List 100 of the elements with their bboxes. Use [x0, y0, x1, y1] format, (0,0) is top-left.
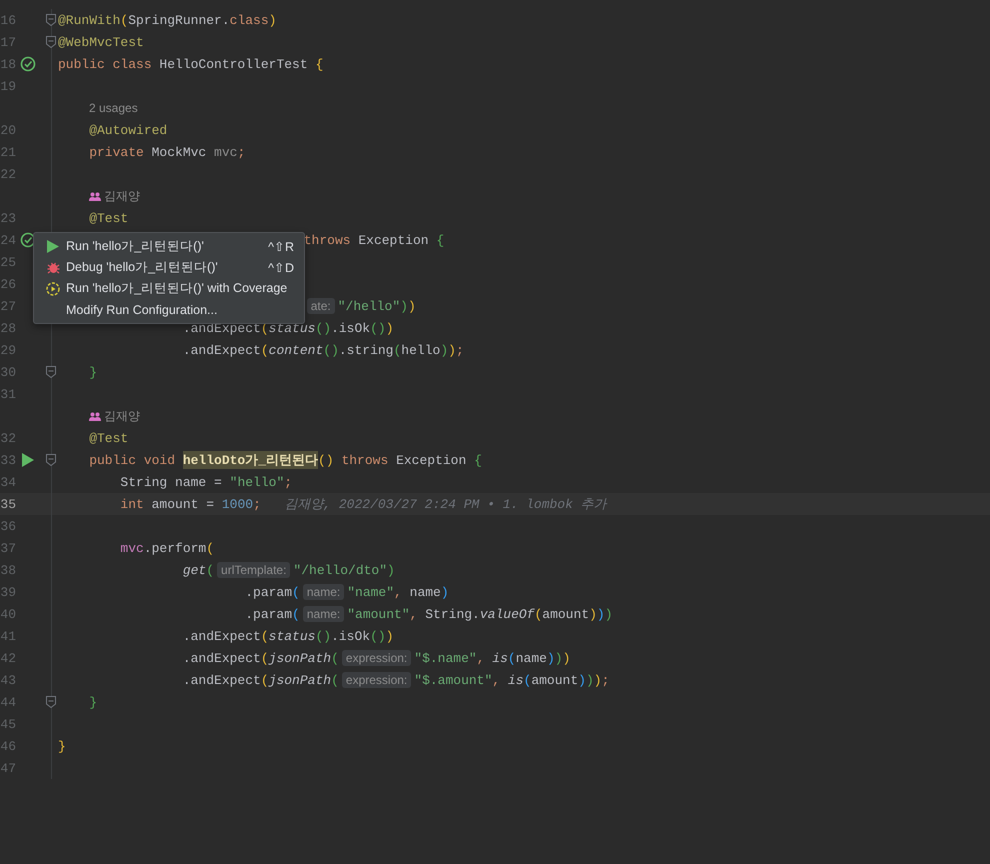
line-number: 43	[0, 672, 16, 688]
keyword: throws	[304, 232, 352, 248]
menu-item[interactable]: Run 'hello가_리턴된다()' ^⇧R	[34, 236, 304, 257]
field-name: mvc	[119, 540, 144, 556]
keyword: public void	[88, 452, 176, 468]
parameter-hint: name:	[302, 606, 344, 622]
line-number: 38	[0, 562, 16, 578]
line-number: 46	[0, 738, 16, 754]
bracket: )	[586, 672, 594, 688]
line-number: 28	[0, 320, 16, 336]
line-number: 31	[0, 386, 16, 402]
bracket: (	[260, 628, 269, 644]
line-number: 34	[0, 474, 16, 490]
line-number: 20	[0, 122, 16, 138]
author-hint[interactable]: 김재양	[104, 188, 140, 204]
keyword: ,	[410, 606, 418, 622]
bracket: }	[88, 364, 98, 380]
bracket: )	[562, 650, 570, 666]
line-number: 41	[0, 628, 16, 644]
keyword: throws	[340, 452, 390, 468]
author-hint[interactable]: 김재양	[104, 408, 140, 424]
code-text: MockMvc	[152, 144, 208, 160]
line-number: 47	[0, 760, 16, 776]
bracket: (	[120, 12, 128, 28]
keyword: int	[119, 496, 145, 512]
bracket: (	[292, 584, 300, 600]
line-number: 33	[0, 452, 16, 468]
menu-item[interactable]: Run 'hello가_리턴된다()' with Coverage	[34, 278, 304, 299]
bracket: ()	[318, 452, 334, 468]
keyword: private	[88, 144, 145, 160]
fold-marker-icon[interactable]	[46, 696, 56, 708]
line-number: 26	[0, 276, 16, 292]
coverage-icon	[46, 282, 60, 296]
code-text: .andExpect	[182, 650, 261, 666]
method-call: jsonPath	[268, 672, 332, 688]
bracket: (	[534, 606, 542, 622]
method-call: jsonPath	[268, 650, 332, 666]
fold-marker-icon[interactable]	[46, 454, 56, 466]
line-number: 40	[0, 606, 16, 622]
people-icon	[89, 412, 101, 420]
number-literal: 1000	[222, 496, 254, 512]
bracket: (	[524, 672, 532, 688]
usages-hint[interactable]: 2 usages	[89, 101, 138, 115]
code-text: .isOk	[331, 320, 370, 336]
string-literal: "name"	[347, 584, 394, 600]
bracket: (	[206, 562, 214, 578]
string-literal: "$.name"	[414, 650, 477, 666]
code-text: .andExpect	[182, 342, 261, 358]
code-text: hello	[401, 342, 440, 358]
bug-icon	[46, 261, 60, 274]
line-number: 17	[0, 34, 16, 50]
string-literal: "$.amount"	[414, 672, 492, 688]
bracket: }	[58, 738, 66, 754]
method-call: content	[268, 342, 324, 358]
keyword: ,	[476, 650, 486, 666]
run-icon[interactable]	[22, 453, 34, 467]
fold-marker-icon[interactable]	[46, 14, 56, 26]
bracket: )	[386, 628, 394, 644]
line-number: 19	[0, 78, 16, 94]
menu-item[interactable]: Debug 'hello가_리턴된다()' ^⇧D	[34, 257, 304, 278]
code-text: .param	[244, 606, 292, 622]
bracket: (	[206, 540, 214, 556]
string-literal: "amount"	[347, 606, 410, 622]
parameter-hint: expression:	[342, 672, 412, 688]
code-text: Exception	[396, 452, 468, 468]
line-number: 30	[0, 364, 16, 380]
code-text: .string	[338, 342, 394, 358]
keyword: ;	[253, 496, 261, 512]
bracket: )	[596, 606, 605, 622]
line-number: 18	[0, 56, 16, 72]
bracket: )	[594, 672, 602, 688]
code-text: String name =	[119, 474, 223, 490]
line-number: 44	[0, 694, 16, 710]
line-number: 24	[0, 232, 16, 248]
test-passed-icon[interactable]	[20, 56, 36, 72]
bracket: ()	[315, 320, 332, 336]
line-number: 32	[0, 430, 16, 446]
annotation: @Test	[88, 210, 128, 226]
bracket: }	[88, 694, 98, 710]
fold-marker-icon[interactable]	[46, 36, 56, 48]
code-text: amount =	[152, 496, 216, 512]
bracket: )	[386, 320, 394, 336]
bracket: )	[578, 672, 586, 688]
bracket: )	[546, 650, 555, 666]
bracket: ()	[370, 628, 386, 644]
menu-item[interactable]: Modify Run Configuration...	[34, 299, 304, 320]
bracket: (	[331, 672, 339, 688]
code-text: name	[516, 650, 547, 666]
bracket: ()	[370, 320, 386, 336]
keyword: ;	[237, 144, 246, 160]
bracket: (	[393, 342, 402, 358]
fold-marker-icon[interactable]	[46, 366, 56, 378]
bracket: ()	[323, 342, 339, 358]
method-call: get	[182, 562, 206, 578]
code-text: .perform	[144, 540, 206, 556]
bracket: ()	[315, 628, 332, 644]
bracket: )	[554, 650, 563, 666]
code-text: .isOk	[331, 628, 370, 644]
line-number: 36	[0, 518, 16, 534]
method-call: is	[508, 672, 524, 688]
